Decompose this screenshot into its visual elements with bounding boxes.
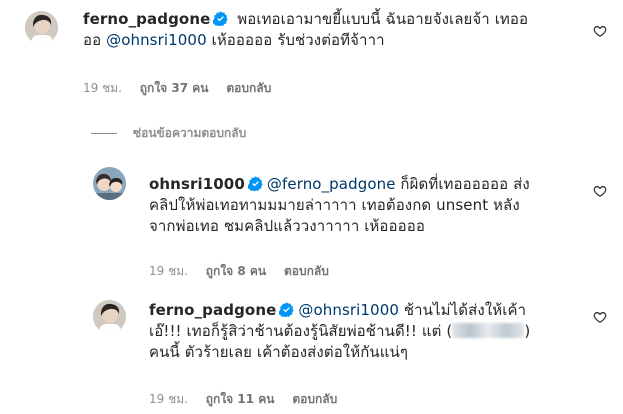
comment-body: ferno_padgone @ohnsri1000 ช้านไม่ได้ส่งให… [149,301,531,361]
verified-badge-icon [279,302,294,317]
verified-badge-icon [247,176,263,191]
like-count-button[interactable]: ถูกใจ 11 คน [206,392,275,406]
like-count-button[interactable]: ถูกใจ 8 คน [206,264,266,278]
verified-badge-icon [213,11,228,26]
like-count-button[interactable]: ถูกใจ 37 คน [140,81,209,95]
comment-username[interactable]: ferno_padgone [83,10,210,28]
mention-link[interactable]: @ferno_padgone [267,175,396,193]
hide-replies-button[interactable]: ซ่อนข้อความตอบกลับ [91,124,246,143]
comment-username[interactable]: ohnsri1000 [149,175,245,193]
comment-meta: 19 ชม. ถูกใจ 8 คน ตอบกลับ [149,263,343,279]
comments-panel: ferno_padgone พอเทอเอามาขยี้แบบนี้ ฉันอา… [0,0,623,414]
avatar-ohnsri1000[interactable] [93,167,126,200]
comment-body: ferno_padgone พอเทอเอามาขยี้แบบนี้ ฉันอา… [83,10,529,49]
comment-body: ohnsri1000 @ferno_padgone ก็ผิดที่เทอออออ… [149,175,530,235]
reply-button[interactable]: ตอบกลับ [226,81,271,95]
comment-time: 19 ชม. [149,392,188,406]
divider-line [91,133,117,134]
heart-outline-icon[interactable] [593,24,607,38]
avatar-ferno-padgone[interactable] [25,11,58,44]
blurred-text [452,323,525,338]
comment-meta: 19 ชม. ถูกใจ 37 คน ตอบกลับ [83,80,285,96]
mention-link[interactable]: @ohnsri1000 [298,301,399,319]
avatar-ferno-padgone[interactable] [93,300,126,333]
comment-username[interactable]: ferno_padgone [149,301,276,319]
reply-button[interactable]: ตอบกลับ [292,392,337,406]
heart-outline-icon[interactable] [593,310,607,324]
comment-meta: 19 ชม. ถูกใจ 11 คน ตอบกลับ [149,391,351,407]
comment-time: 19 ชม. [149,264,188,278]
comment-time: 19 ชม. [83,81,122,95]
mention-link[interactable]: @ohnsri1000 [106,31,207,49]
reply-button[interactable]: ตอบกลับ [284,264,329,278]
heart-outline-icon[interactable] [593,184,607,198]
